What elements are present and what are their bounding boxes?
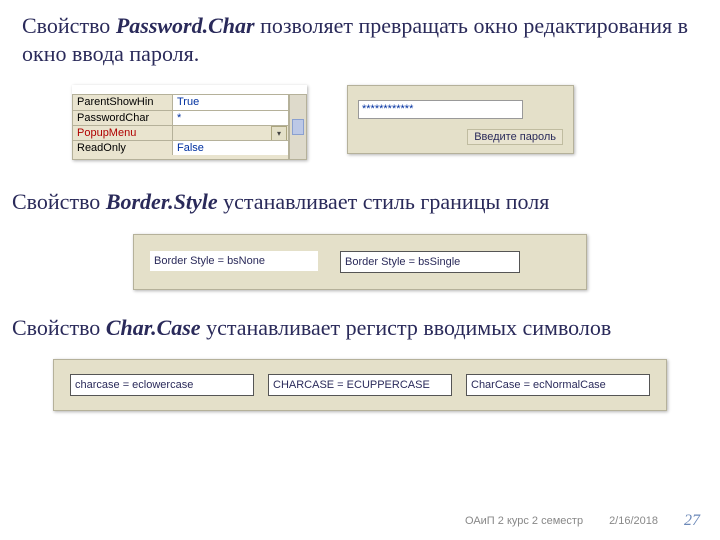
footer-date: 2/16/2018: [609, 515, 658, 527]
para3-post: устанавливает регистр вводимых символов: [201, 315, 612, 340]
pg-row-popupmenu: PopupMenu ▾: [73, 125, 288, 140]
para2-post: устанавливает стиль границы поля: [218, 189, 550, 214]
dropdown-icon[interactable]: ▾: [271, 126, 287, 141]
para3-pre: Свойство: [12, 315, 106, 340]
pg-row-parentshowhint: ParentShowHin True: [73, 95, 288, 110]
charcase-lower-field[interactable]: charcase = eclowercase: [70, 374, 254, 396]
para3-prop: Char.Case: [106, 315, 201, 340]
para2-pre: Свойство: [12, 189, 106, 214]
password-hint-label: Введите пароль: [467, 129, 563, 145]
para2-prop: Border.Style: [106, 189, 218, 214]
pg-value-selected[interactable]: ▾: [173, 125, 288, 140]
scrollbar-icon[interactable]: [289, 94, 307, 160]
footer-page-number: 27: [684, 512, 700, 530]
para1-pre: Свойство: [22, 13, 116, 38]
pg-value[interactable]: False: [173, 140, 288, 155]
slide-footer: ОАиП 2 курс 2 семестр 2/16/2018 27: [465, 512, 700, 530]
password-input[interactable]: ************: [358, 100, 523, 119]
pg-value[interactable]: True: [173, 95, 288, 110]
pg-name: PopupMenu: [73, 125, 173, 140]
charcase-upper-field[interactable]: CHARCASE = ECUPPERCASE: [268, 374, 452, 396]
para-charcase: Свойство Char.Case устанавливает регистр…: [12, 314, 698, 342]
footer-course: ОАиП 2 курс 2 семестр: [465, 515, 583, 527]
pg-name: ParentShowHin: [73, 95, 173, 110]
charcase-demo-panel: charcase = eclowercase CHARCASE = ECUPPE…: [53, 359, 667, 411]
pg-name: ReadOnly: [73, 140, 173, 155]
para1-prop: Password.Char: [116, 13, 255, 38]
para-passwordchar: Свойство Password.Char позволяет превращ…: [22, 12, 698, 67]
object-inspector-grid[interactable]: ParentShowHin True PasswordChar * PopupM…: [72, 94, 289, 160]
pg-row-passwordchar: PasswordChar *: [73, 110, 288, 125]
password-demo-panel: ************ Введите пароль: [347, 85, 574, 154]
charcase-normal-field[interactable]: CharCase = ecNormalCase: [466, 374, 650, 396]
borderstyle-demo-panel: Border Style = bsNone Border Style = bsS…: [133, 234, 587, 290]
borderstyle-single-field[interactable]: Border Style = bsSingle: [340, 251, 520, 273]
pg-row-readonly: ReadOnly False: [73, 140, 288, 155]
pg-name: PasswordChar: [73, 110, 173, 125]
para-borderstyle: Свойство Border.Style устанавливает стил…: [12, 188, 698, 216]
borderstyle-none-field[interactable]: Border Style = bsNone: [150, 251, 318, 271]
pg-value[interactable]: *: [173, 110, 288, 125]
